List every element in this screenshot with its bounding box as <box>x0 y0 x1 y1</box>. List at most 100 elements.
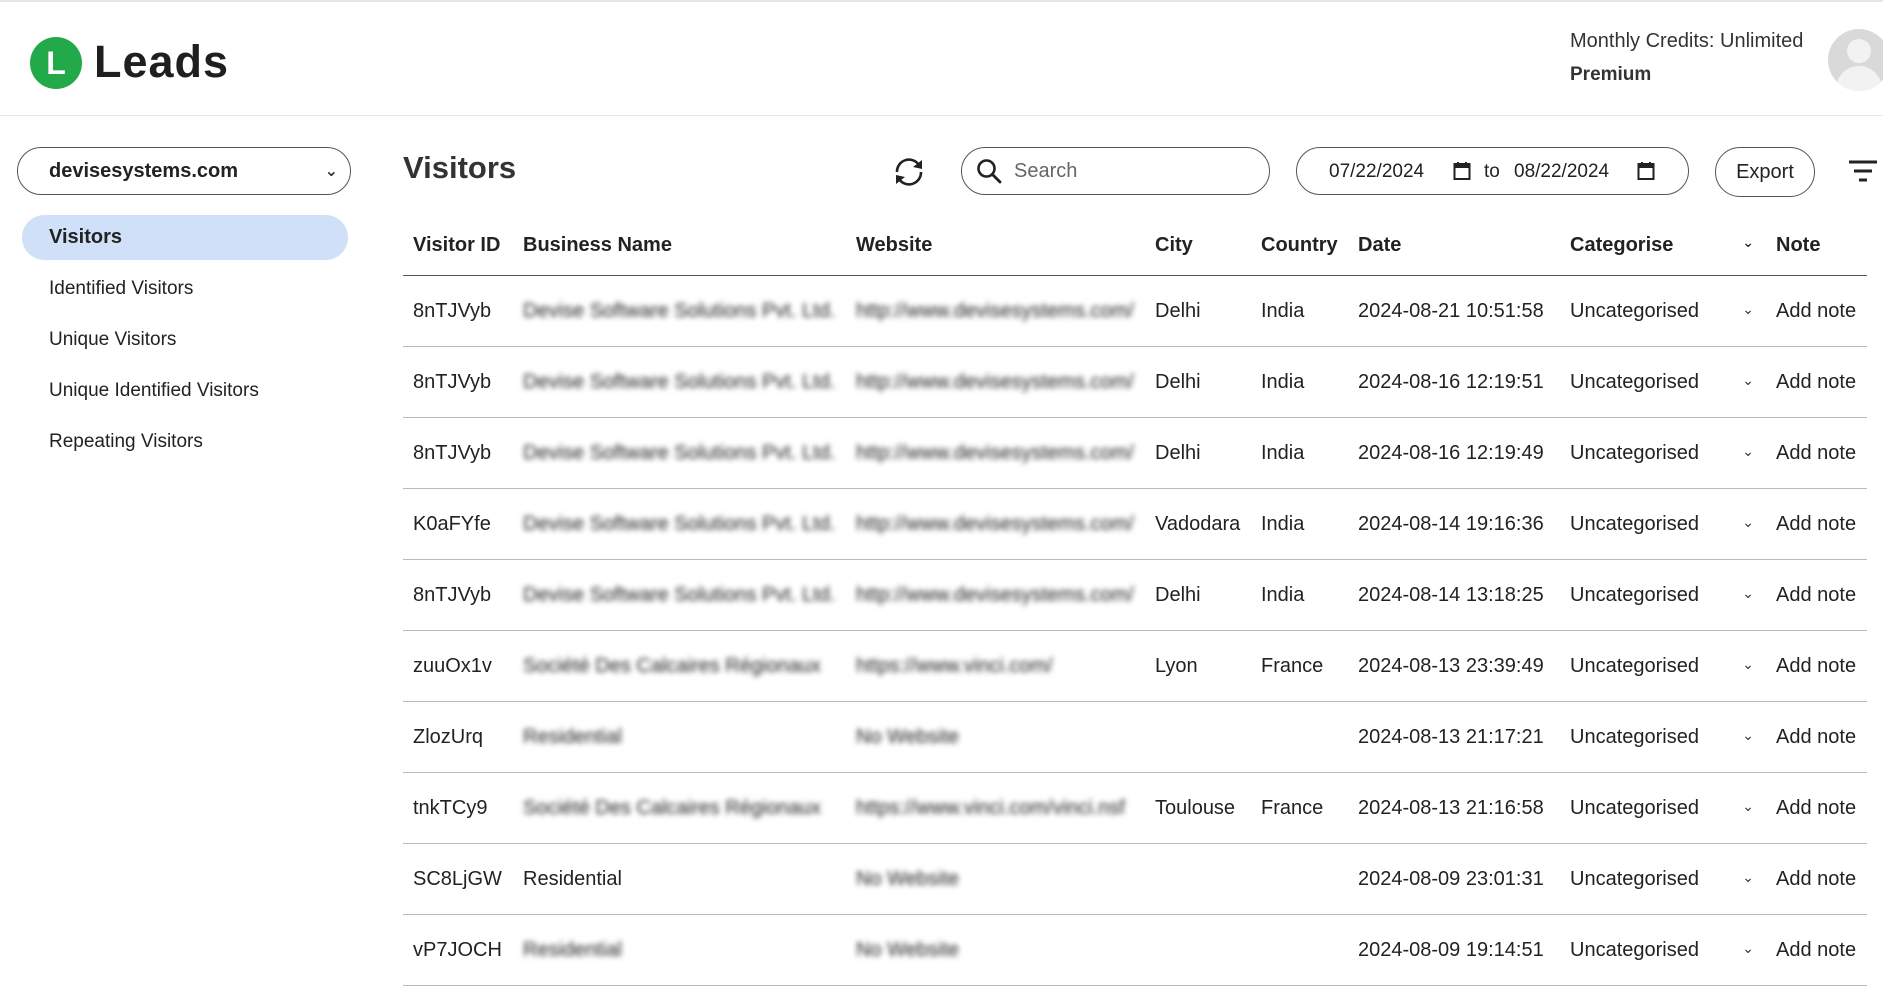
chevron-down-icon: ⌄ <box>1742 443 1754 459</box>
add-note-button[interactable]: Add note <box>1766 346 1867 418</box>
table-row[interactable]: 8nTJVyb Devise Software Solutions Pvt. L… <box>403 275 1867 347</box>
business-name: Société Des Calcaires Régionaux <box>513 630 846 702</box>
website-link[interactable]: https://www.vinci.com/vinci.nsf <box>846 772 1145 844</box>
website-link[interactable]: http://www.devisesystems.com/ <box>846 559 1145 631</box>
add-note-button[interactable]: Add note <box>1766 701 1867 773</box>
sidebar-item-identified-visitors[interactable]: Identified Visitors <box>22 266 348 311</box>
category-select[interactable]: Uncategorised ⌄ <box>1560 630 1766 702</box>
category-select[interactable]: Uncategorised ⌄ <box>1560 275 1766 347</box>
table-row[interactable]: 8nTJVyb Devise Software Solutions Pvt. L… <box>403 346 1867 418</box>
table-row[interactable]: 8nTJVyb Devise Software Solutions Pvt. L… <box>403 417 1867 489</box>
website-link[interactable]: No Website <box>846 843 1145 915</box>
add-note-button[interactable]: Add note <box>1766 559 1867 631</box>
category-select[interactable]: Uncategorised ⌄ <box>1560 914 1766 986</box>
export-button[interactable]: Export <box>1715 147 1815 197</box>
category-select[interactable]: Uncategorised ⌄ <box>1560 346 1766 418</box>
sidebar-item-label: Identified Visitors <box>49 277 194 299</box>
city: Delhi <box>1145 275 1251 347</box>
website-link[interactable]: No Website <box>846 914 1145 986</box>
monthly-credits: Monthly Credits: Unlimited <box>1570 30 1804 52</box>
category-select[interactable]: Uncategorised ⌄ <box>1560 772 1766 844</box>
add-note-button[interactable]: Add note <box>1766 914 1867 986</box>
add-note-button[interactable]: Add note <box>1766 630 1867 702</box>
visitor-id: SC8LjGW <box>403 843 513 915</box>
category-select[interactable]: Uncategorised ⌄ <box>1560 843 1766 915</box>
column-header-country[interactable]: Country <box>1251 215 1348 276</box>
business-name: Devise Software Solutions Pvt. Ltd. <box>513 417 846 489</box>
sidebar-item-repeating-visitors[interactable]: Repeating Visitors <box>22 419 348 464</box>
chevron-down-icon: ⌄ <box>1742 372 1754 388</box>
table-row[interactable]: SC8LjGW Residential No Website 2024-08-0… <box>403 843 1867 915</box>
website-link[interactable]: http://www.devisesystems.com/ <box>846 488 1145 560</box>
chevron-down-icon[interactable]: ⌄ <box>1742 234 1754 251</box>
column-header-categorise[interactable]: Categorise ⌄ <box>1560 215 1766 276</box>
website-link[interactable]: No Website <box>846 701 1145 773</box>
category-select[interactable]: Uncategorised ⌄ <box>1560 417 1766 489</box>
column-header-city[interactable]: City <box>1145 215 1251 276</box>
column-header-visitor-id[interactable]: Visitor ID <box>403 215 513 276</box>
category-select[interactable]: Uncategorised ⌄ <box>1560 559 1766 631</box>
business-name: Devise Software Solutions Pvt. Ltd. <box>513 346 846 418</box>
sidebar-item-unique-identified-visitors[interactable]: Unique Identified Visitors <box>22 368 348 413</box>
visit-date: 2024-08-09 19:14:51 <box>1348 914 1560 986</box>
sidebar-item-label: Visitors <box>49 226 122 248</box>
category-select[interactable]: Uncategorised ⌄ <box>1560 488 1766 560</box>
column-header-website[interactable]: Website <box>846 215 1145 276</box>
business-name: Devise Software Solutions Pvt. Ltd. <box>513 559 846 631</box>
plan-badge: Premium <box>1570 64 1652 85</box>
category-select[interactable]: Uncategorised ⌄ <box>1560 701 1766 773</box>
chevron-down-icon: ⌄ <box>1742 869 1754 885</box>
table-row[interactable]: zuuOx1v Société Des Calcaires Régionaux … <box>403 630 1867 702</box>
site-selector[interactable]: devisesystems.com ⌄ <box>17 147 351 195</box>
search-field[interactable] <box>961 147 1270 195</box>
country: India <box>1251 559 1348 631</box>
column-header-note[interactable]: Note <box>1766 215 1867 276</box>
add-note-button[interactable]: Add note <box>1766 275 1867 347</box>
website-link[interactable]: http://www.devisesystems.com/ <box>846 275 1145 347</box>
city <box>1145 843 1251 915</box>
date-range-picker: 07/22/2024 to 08/22/2024 <box>1296 147 1689 195</box>
add-note-button[interactable]: Add note <box>1766 772 1867 844</box>
visitor-id: 8nTJVyb <box>403 559 513 631</box>
table-row[interactable]: 8nTJVyb Devise Software Solutions Pvt. L… <box>403 559 1867 631</box>
filter-icon[interactable] <box>1848 158 1878 189</box>
website-link[interactable]: https://www.vinci.com/ <box>846 630 1145 702</box>
calendar-icon[interactable] <box>1453 161 1471 187</box>
website-link[interactable]: http://www.devisesystems.com/ <box>846 346 1145 418</box>
table-row[interactable]: tnkTCy9 Société Des Calcaires Régionaux … <box>403 772 1867 844</box>
add-note-button[interactable]: Add note <box>1766 488 1867 560</box>
city: Delhi <box>1145 346 1251 418</box>
visit-date: 2024-08-09 23:01:31 <box>1348 843 1560 915</box>
date-to-input[interactable]: 08/22/2024 <box>1514 161 1609 183</box>
column-header-categorise-label: Categorise <box>1570 233 1674 256</box>
column-header-business-name[interactable]: Business Name <box>513 215 846 276</box>
table-row[interactable]: K0aFYfe Devise Software Solutions Pvt. L… <box>403 488 1867 560</box>
sidebar-item-label: Repeating Visitors <box>49 430 203 452</box>
category-value: Uncategorised <box>1570 796 1699 819</box>
search-input[interactable] <box>1012 158 1246 184</box>
refresh-icon[interactable] <box>889 152 929 192</box>
sidebar-item-unique-visitors[interactable]: Unique Visitors <box>22 317 348 362</box>
chevron-down-icon: ⌄ <box>324 163 338 180</box>
visit-date: 2024-08-16 12:19:51 <box>1348 346 1560 418</box>
add-note-button[interactable]: Add note <box>1766 417 1867 489</box>
chevron-down-icon: ⌄ <box>1742 301 1754 317</box>
chevron-down-icon: ⌄ <box>1742 585 1754 601</box>
date-separator: to <box>1484 161 1500 182</box>
table-row[interactable]: ZlozUrq Residential No Website 2024-08-1… <box>403 701 1867 773</box>
category-value: Uncategorised <box>1570 441 1699 464</box>
date-from-input[interactable]: 07/22/2024 <box>1329 161 1424 183</box>
business-name: Residential <box>513 914 846 986</box>
column-header-date[interactable]: Date <box>1348 215 1560 276</box>
country <box>1251 843 1348 915</box>
visitor-id: 8nTJVyb <box>403 346 513 418</box>
city: Delhi <box>1145 417 1251 489</box>
calendar-icon[interactable] <box>1637 161 1655 187</box>
website-link[interactable]: http://www.devisesystems.com/ <box>846 417 1145 489</box>
sidebar-item-visitors[interactable]: Visitors <box>22 215 348 260</box>
visitor-id: 8nTJVyb <box>403 275 513 347</box>
add-note-button[interactable]: Add note <box>1766 843 1867 915</box>
table-row[interactable]: vP7JOCH Residential No Website 2024-08-0… <box>403 914 1867 986</box>
city <box>1145 914 1251 986</box>
avatar-icon[interactable] <box>1828 29 1883 91</box>
